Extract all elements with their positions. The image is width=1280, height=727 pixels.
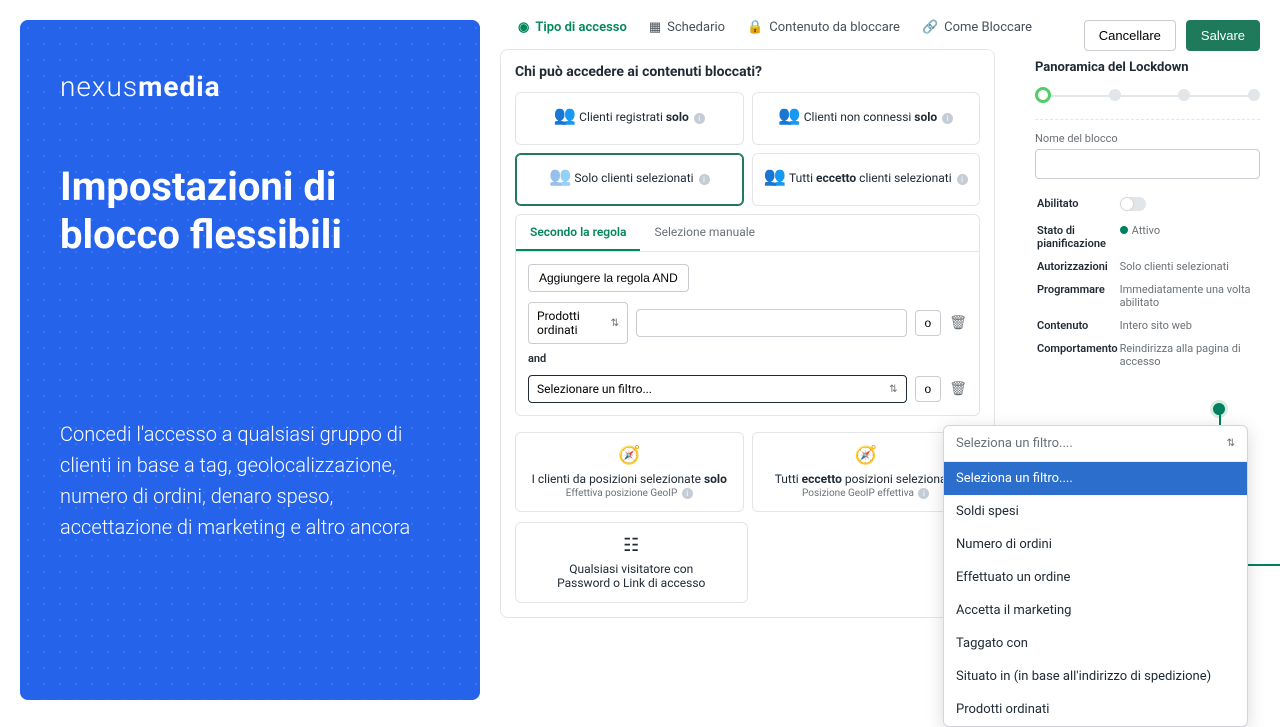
block-name-input[interactable]	[1035, 149, 1260, 179]
info-icon[interactable]: i	[942, 113, 953, 124]
card-title: Chi può accedere ai contenuti bloccati?	[515, 64, 980, 80]
tab-how-block[interactable]: 🔗 Come Bloccare	[922, 20, 1032, 35]
annotation-origin-dot	[1210, 400, 1228, 418]
people-selected-icon: 👥	[549, 166, 571, 187]
info-icon[interactable]: i	[957, 174, 968, 185]
compass-icon: 🧭	[524, 445, 735, 466]
enabled-toggle[interactable]	[1120, 197, 1146, 211]
lock-icon: 🔒	[747, 20, 763, 35]
step-1	[1035, 87, 1051, 103]
rule-tab-manual[interactable]: Selezione manuale	[640, 215, 769, 251]
people-except-icon: 👥	[764, 166, 786, 187]
brand-bold: media	[138, 70, 221, 103]
server-icon: ☷	[524, 535, 739, 556]
promo-panel: nexusmedia Impostazioni di blocco flessi…	[20, 20, 480, 700]
rule-filter-select-2[interactable]: Selezionare un filtro...⇅	[528, 375, 907, 403]
rule-tab-by-rule[interactable]: Secondo la regola	[516, 215, 640, 251]
hero-title: Impostazioni di blocco flessibili	[60, 163, 440, 259]
person-icon: ◉	[518, 20, 529, 35]
option-registered-only[interactable]: 👥 Clienti registrati solo i	[515, 92, 744, 145]
brand-light: nexus	[60, 70, 138, 103]
dropdown-header[interactable]: Seleziona un filtro.... ⇅	[944, 426, 1247, 462]
people-icon: 👥	[554, 105, 576, 126]
step-3	[1178, 89, 1190, 101]
step-2	[1109, 89, 1121, 101]
tab-content-block[interactable]: 🔒 Contenuto da bloccare	[747, 20, 900, 35]
or-button-2[interactable]: o	[915, 376, 942, 402]
trash-icon[interactable]: 🗑	[949, 315, 967, 331]
overview-title: Panoramica del Lockdown	[1035, 60, 1260, 75]
dropdown-item[interactable]: Soldi spesi	[944, 495, 1247, 528]
lockdown-overview: Panoramica del Lockdown Nome del blocco …	[1035, 60, 1260, 374]
tab-schedule[interactable]: ▦ Schedario	[649, 20, 725, 35]
dropdown-item[interactable]: Prodotti ordinati	[944, 693, 1247, 726]
option-not-connected-only[interactable]: 👥 Clienti non connessi solo i	[752, 92, 981, 145]
compass-icon: 🧭	[761, 445, 972, 466]
option-all-except[interactable]: 👥 Tutti eccetto clienti selezionati i	[752, 153, 981, 206]
status-dot-icon	[1120, 226, 1128, 234]
people-icon: 👥	[778, 105, 800, 126]
cancel-button[interactable]: Cancellare	[1084, 20, 1176, 51]
info-icon[interactable]: i	[682, 488, 693, 499]
info-icon[interactable]: i	[918, 488, 929, 499]
access-config-card: Chi può accedere ai contenuti bloccati? …	[500, 49, 995, 618]
app-area: Cancellare Salvare ◉ Tipo di accesso ▦ S…	[480, 0, 1280, 720]
dropdown-item[interactable]: Accetta il marketing	[944, 594, 1247, 627]
dropdown-item[interactable]: Effettuato un ordine	[944, 561, 1247, 594]
dropdown-item[interactable]: Taggato con	[944, 627, 1247, 660]
add-and-rule-button[interactable]: Aggiungere la regola AND	[528, 264, 689, 292]
save-button[interactable]: Salvare	[1186, 20, 1260, 51]
brand-logo: nexusmedia	[60, 70, 440, 103]
option-any-visitor-password[interactable]: ☷ Qualsiasi visitatore con Password o Li…	[515, 522, 748, 603]
dropdown-item[interactable]: Numero di ordini	[944, 528, 1247, 561]
rule-panel: Secondo la regola Selezione manuale Aggi…	[515, 214, 980, 416]
link-icon: 🔗	[922, 20, 938, 35]
dropdown-item[interactable]: Seleziona un filtro....	[944, 462, 1247, 495]
info-icon[interactable]: i	[694, 113, 705, 124]
filter-dropdown[interactable]: Seleziona un filtro.... ⇅ Seleziona un f…	[943, 425, 1248, 727]
dropdown-item[interactable]: Situato in (in base all'indirizzo di spe…	[944, 660, 1247, 693]
chevron-updown-icon: ⇅	[611, 318, 619, 329]
block-name-label: Nome del blocco	[1035, 132, 1260, 145]
and-label: and	[528, 352, 967, 365]
hero-description: Concedi l'accesso a qualsiasi gruppo di …	[60, 419, 440, 543]
chevron-updown-icon: ⇅	[889, 384, 897, 395]
option-selected-clients[interactable]: 👥 Solo clienti selezionati i	[515, 153, 744, 206]
rule-filter-select-1[interactable]: Prodotti ordinati⇅	[528, 302, 628, 344]
progress-stepper	[1035, 87, 1260, 103]
chevron-updown-icon: ⇅	[1227, 438, 1235, 449]
or-button-1[interactable]: o	[915, 310, 942, 336]
rule-value-input-1[interactable]	[636, 309, 907, 337]
option-geo-selected[interactable]: 🧭 I clienti da posizioni selezionate sol…	[515, 432, 744, 512]
info-icon[interactable]: i	[699, 174, 710, 185]
calendar-icon: ▦	[649, 20, 661, 35]
step-4	[1248, 89, 1260, 101]
trash-icon[interactable]: 🗑	[949, 381, 967, 397]
tab-access-type[interactable]: ◉ Tipo di accesso	[518, 20, 627, 35]
